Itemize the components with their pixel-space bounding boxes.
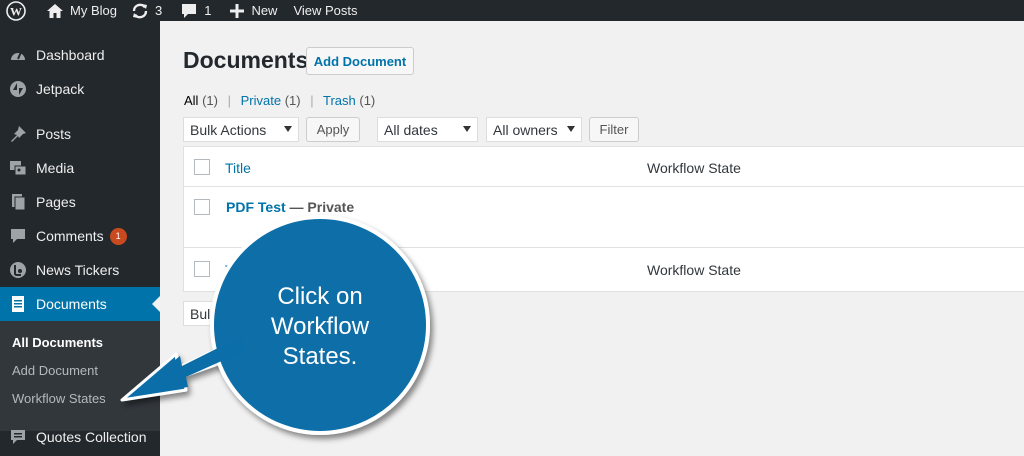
updates-count: 3 xyxy=(154,3,163,18)
pin-icon xyxy=(8,124,28,144)
sidebar-item-label: Jetpack xyxy=(36,81,85,97)
bulk-actions-value: Bulk Actions xyxy=(190,121,267,138)
sidebar-item-posts[interactable]: Posts xyxy=(0,117,160,151)
sidebar-item-label: Dashboard xyxy=(36,47,105,63)
plus-icon xyxy=(229,3,245,19)
view-private-link[interactable]: Private xyxy=(241,93,281,108)
select-all-checkbox[interactable] xyxy=(194,159,210,175)
new-label: New xyxy=(251,3,278,18)
view-posts-link[interactable]: View Posts xyxy=(287,0,363,21)
apply-button[interactable]: Apply xyxy=(306,117,360,142)
documents-table: Title Workflow State PDF Test — Private … xyxy=(183,146,1024,292)
chevron-down-icon xyxy=(284,126,292,132)
title-column-header[interactable]: Title xyxy=(225,160,251,176)
pages-icon xyxy=(8,192,28,212)
home-icon xyxy=(46,3,64,19)
dates-filter-select[interactable]: All dates xyxy=(377,117,478,142)
table-footer-row: Title Workflow State xyxy=(184,248,1024,292)
bulk-actions-select[interactable]: Bulk Actions xyxy=(183,117,299,142)
sidebar-item-jetpack[interactable]: Jetpack xyxy=(0,72,160,106)
sidebar-item-pages[interactable]: Pages xyxy=(0,185,160,219)
sidebar-item-label: Documents xyxy=(36,296,107,312)
updates-icon xyxy=(131,2,149,20)
bulk-actions-select-bottom[interactable]: Bulk Actions xyxy=(183,301,299,326)
sidebar-item-label: Quotes Collection xyxy=(36,429,147,445)
select-all-checkbox-bottom[interactable] xyxy=(194,261,210,277)
documents-icon xyxy=(8,294,28,314)
chevron-down-icon xyxy=(567,126,575,132)
comment-bubble-icon xyxy=(180,3,198,19)
jetpack-icon xyxy=(8,79,28,99)
admin-sidebar: Dashboard Jetpack Posts Media Pages Comm… xyxy=(0,21,160,456)
submenu-item-add-document[interactable]: Add Document xyxy=(12,363,98,378)
news-tickers-icon xyxy=(8,260,28,280)
comments-count-badge: 1 xyxy=(109,227,127,245)
view-trash-count: (1) xyxy=(359,93,376,108)
submenu-item-all-documents[interactable]: All Documents xyxy=(12,335,103,350)
sidebar-item-label: Pages xyxy=(36,194,76,210)
owners-filter-value: All owners xyxy=(493,121,558,138)
row-title-link[interactable]: PDF Test xyxy=(226,199,286,215)
chevron-down-icon xyxy=(284,310,292,316)
sidebar-item-label: News Tickers xyxy=(36,262,120,278)
sidebar-item-quotes-collection[interactable]: Quotes Collection xyxy=(0,420,160,454)
view-trash-link[interactable]: Trash xyxy=(323,93,356,108)
comments-link[interactable]: 1 xyxy=(174,0,217,21)
separator: | xyxy=(227,93,231,108)
row-title: PDF Test — Private xyxy=(226,199,354,215)
table-header-row: Title Workflow State xyxy=(184,147,1024,187)
new-content-link[interactable]: New xyxy=(223,0,283,21)
svg-text:W: W xyxy=(10,4,22,18)
row-checkbox[interactable] xyxy=(194,199,210,215)
sidebar-item-label: Comments xyxy=(36,228,104,244)
page-title: Documents xyxy=(183,47,309,73)
submenu-item-workflow-states[interactable]: Workflow States xyxy=(12,391,106,406)
title-column-footer[interactable]: Title xyxy=(225,262,251,278)
dashboard-icon xyxy=(8,45,28,65)
dates-filter-value: All dates xyxy=(384,121,438,138)
documents-submenu: All Documents Add Document Workflow Stat… xyxy=(0,321,160,431)
wordpress-logo-icon[interactable]: W xyxy=(0,0,32,21)
site-name-label: My Blog xyxy=(70,3,117,18)
workflow-state-column-footer: Workflow State xyxy=(647,262,741,278)
view-all-count: (1) xyxy=(202,93,218,108)
sidebar-item-label: Media xyxy=(36,160,75,176)
post-state-label: — Private xyxy=(289,199,355,215)
view-private-count: (1) xyxy=(284,93,301,108)
view-all-link[interactable]: All xyxy=(184,93,198,108)
comments-count: 1 xyxy=(204,3,212,18)
owners-filter-select[interactable]: All owners xyxy=(486,117,582,142)
admin-bar: W My Blog 3 1 New View Posts xyxy=(0,0,1024,21)
main-content: Documents Add Document All (1) | Private… xyxy=(160,21,1024,456)
sidebar-item-media[interactable]: Media xyxy=(0,151,160,185)
sidebar-item-dashboard[interactable]: Dashboard xyxy=(0,38,160,72)
sidebar-item-news-tickers[interactable]: News Tickers xyxy=(0,253,160,287)
chevron-down-icon xyxy=(463,126,471,132)
sidebar-item-documents[interactable]: Documents xyxy=(0,287,160,321)
workflow-state-column-header: Workflow State xyxy=(647,160,741,176)
table-row: PDF Test — Private xyxy=(184,187,1024,248)
view-filters: All (1) | Private (1) | Trash (1) xyxy=(184,93,375,108)
site-name-link[interactable]: My Blog xyxy=(40,0,123,21)
bulk-actions-bottom-value: Bulk Actions xyxy=(190,305,267,322)
updates-link[interactable]: 3 xyxy=(125,0,168,21)
sidebar-item-comments[interactable]: Comments 1 xyxy=(0,219,160,253)
quotes-icon xyxy=(8,427,28,447)
view-posts-label: View Posts xyxy=(293,3,358,18)
add-document-button[interactable]: Add Document xyxy=(306,47,414,75)
separator: | xyxy=(310,93,314,108)
filter-button[interactable]: Filter xyxy=(589,117,639,142)
comments-icon xyxy=(8,226,28,246)
sidebar-item-label: Posts xyxy=(36,126,72,142)
media-icon xyxy=(8,158,28,178)
